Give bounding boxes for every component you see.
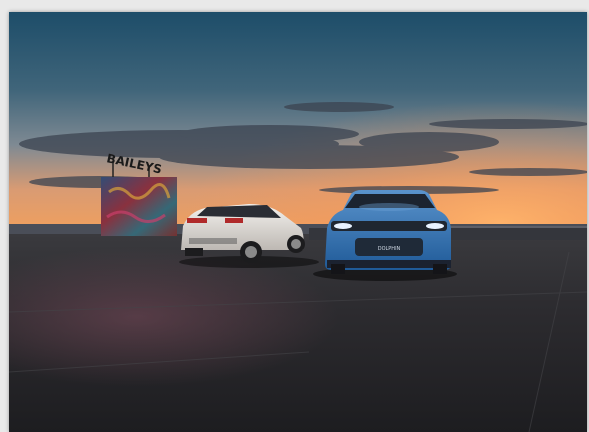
photo-canvas: BAILEYS DOLPHIN — [9, 12, 587, 432]
photo-frame: BAILEYS DOLPHIN — [9, 12, 587, 432]
headlight-left — [334, 223, 352, 229]
headlight-right — [426, 223, 444, 229]
graffiti-block — [101, 177, 177, 236]
badge-text: DOLPHIN — [378, 246, 401, 252]
